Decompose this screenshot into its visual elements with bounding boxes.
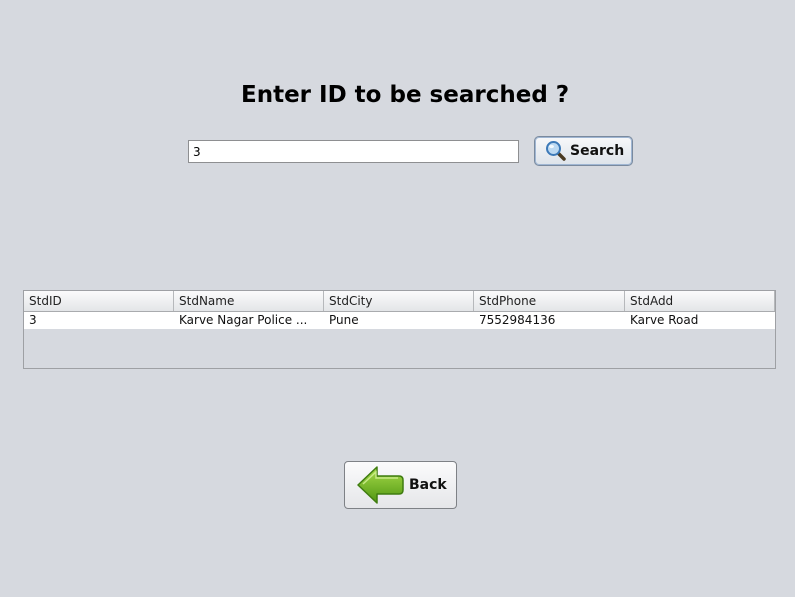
back-button-label: Back	[409, 477, 447, 493]
column-header-stdname[interactable]: StdName	[174, 291, 324, 311]
column-header-stdcity[interactable]: StdCity	[324, 291, 474, 311]
magnifier-icon	[545, 140, 567, 162]
table-row[interactable]: 3 Karve Nagar Police ... Pune 7552984136…	[24, 312, 775, 329]
table-header: StdID StdName StdCity StdPhone StdAdd	[24, 291, 775, 312]
page-heading: Enter ID to be searched ?	[241, 82, 570, 108]
back-button[interactable]: Back	[344, 461, 457, 509]
left-arrow-icon	[355, 464, 405, 506]
cell-stdadd: Karve Road	[630, 313, 699, 327]
results-table[interactable]: StdID StdName StdCity StdPhone StdAdd 3 …	[23, 290, 776, 369]
column-header-stdadd[interactable]: StdAdd	[625, 291, 775, 311]
cell-stdid: 3	[29, 313, 37, 327]
cell-stdphone: 7552984136	[479, 313, 556, 327]
search-button[interactable]: Search	[534, 136, 633, 166]
cell-stdname: Karve Nagar Police ...	[179, 313, 308, 327]
id-search-input[interactable]	[188, 140, 519, 163]
cell-stdcity: Pune	[329, 313, 359, 327]
column-header-stdphone[interactable]: StdPhone	[474, 291, 625, 311]
column-header-stdid[interactable]: StdID	[24, 291, 174, 311]
search-button-label: Search	[570, 143, 625, 159]
